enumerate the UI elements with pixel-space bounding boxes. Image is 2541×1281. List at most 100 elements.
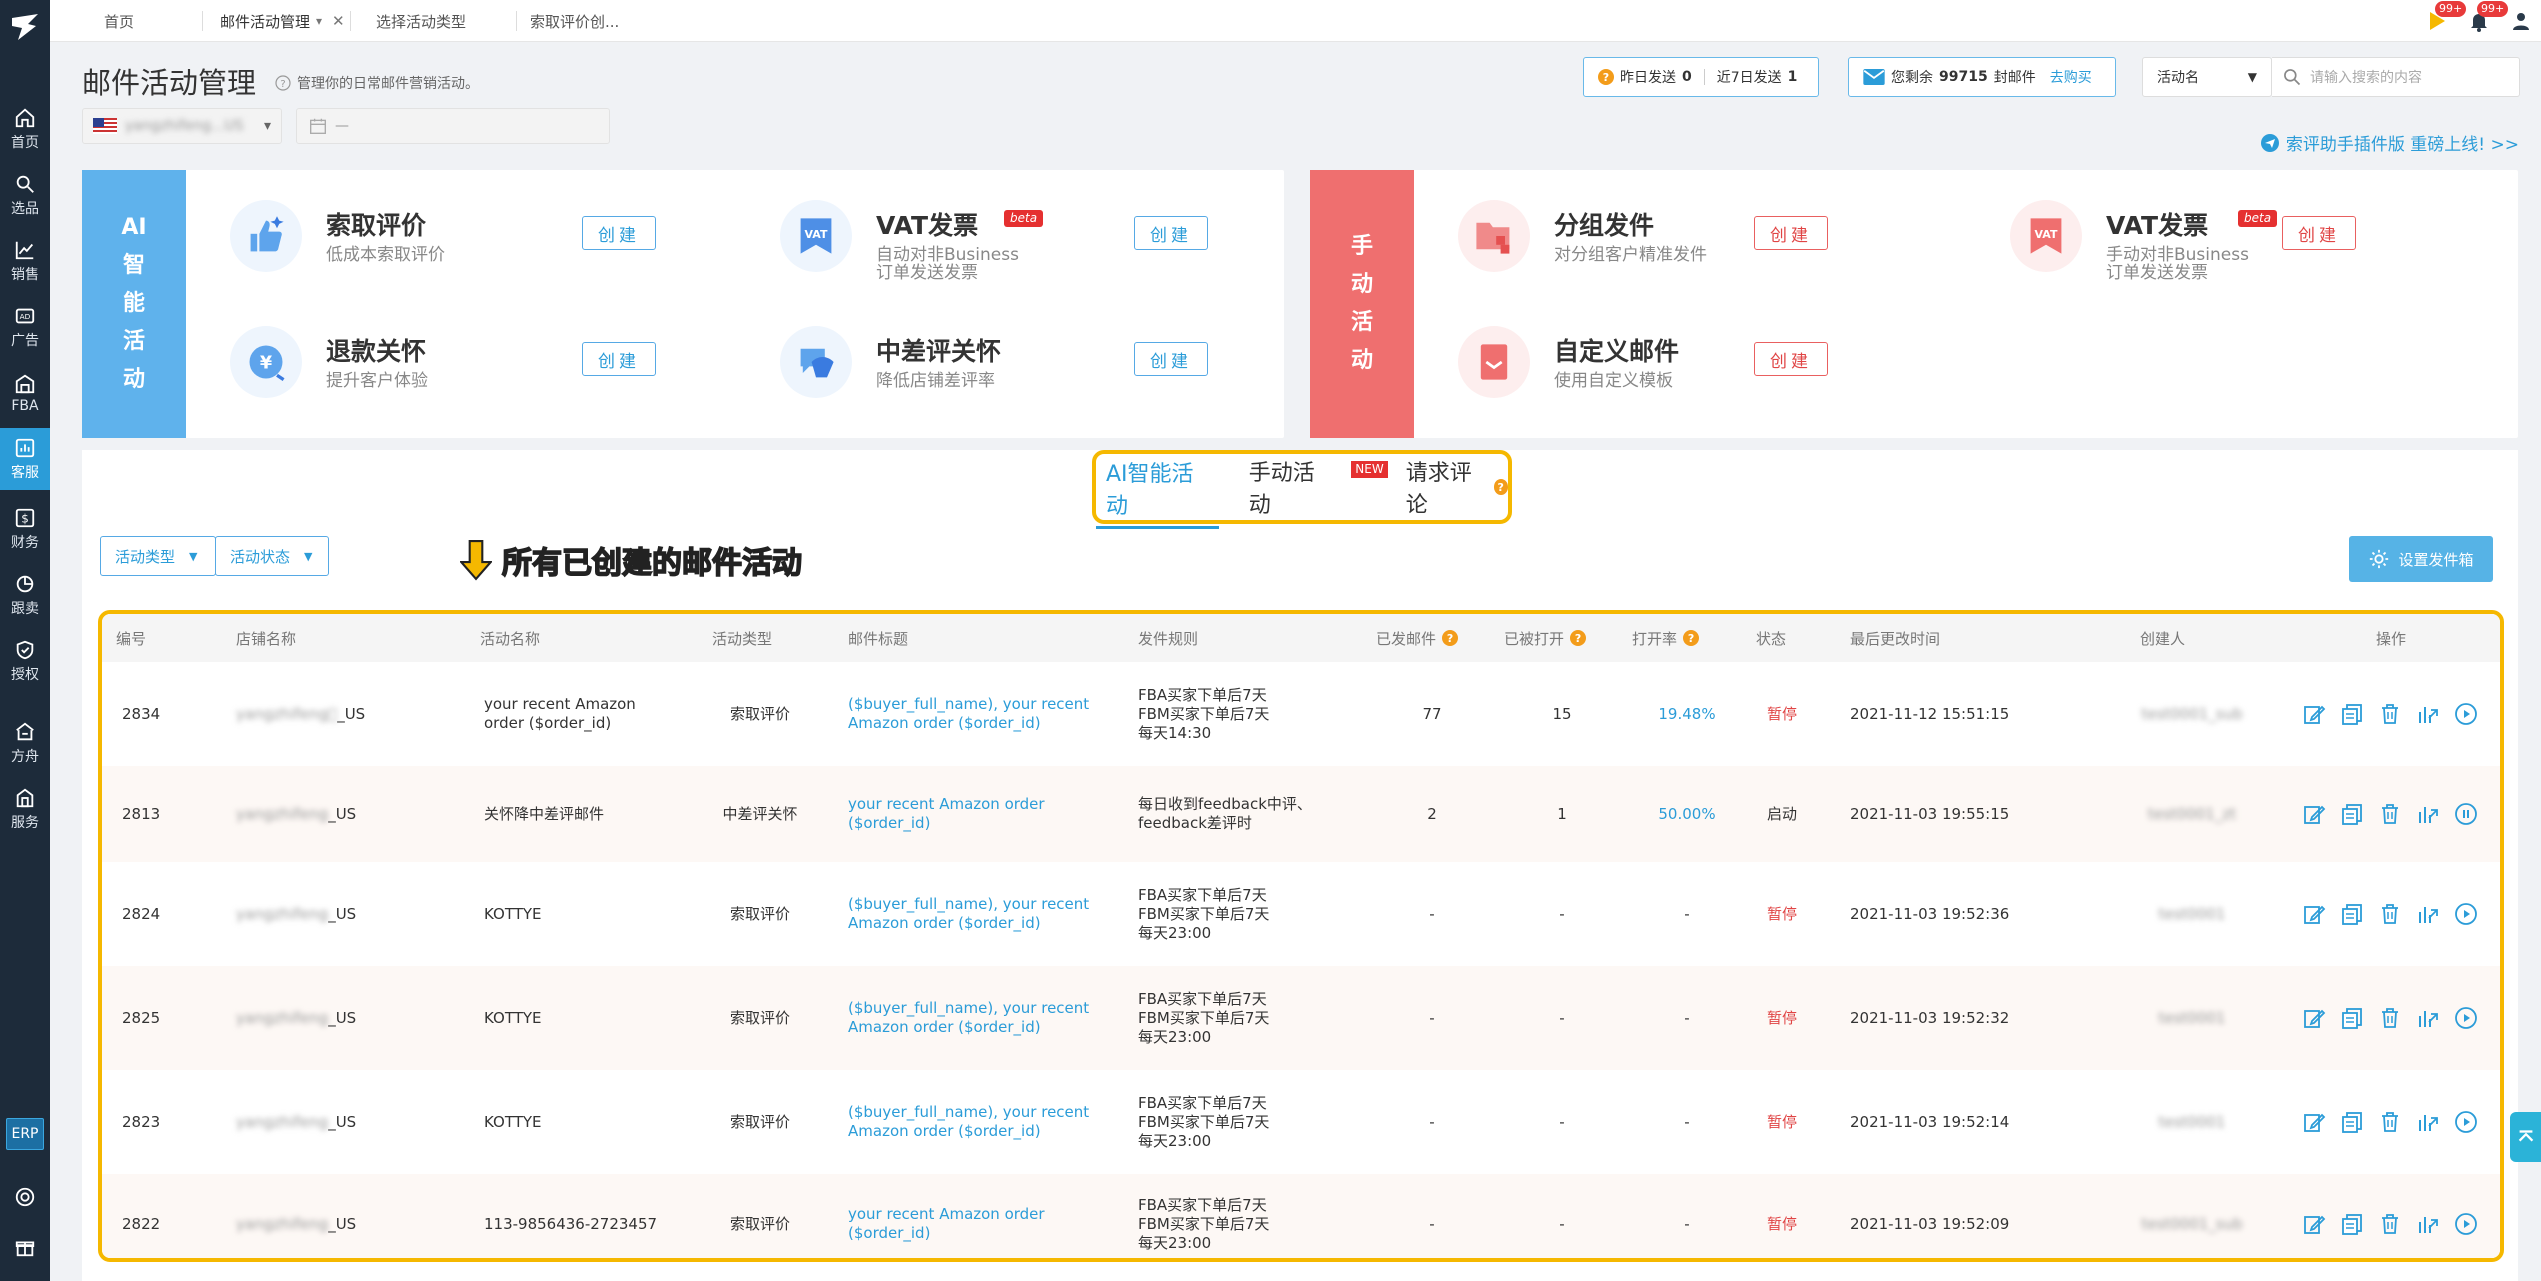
copy-icon[interactable] xyxy=(2340,1110,2364,1134)
nav-fba[interactable]: FBA xyxy=(0,362,50,424)
close-icon[interactable]: ✕ xyxy=(332,12,345,30)
tab-email-campaigns[interactable]: 邮件活动管理 ▾ ✕ xyxy=(220,0,345,42)
help-icon[interactable]: ? xyxy=(1442,630,1459,646)
filter-campaign-type[interactable]: 活动类型 ▼ xyxy=(100,536,216,576)
search-input[interactable]: 请输入搜索的内容 xyxy=(2272,57,2520,97)
edit-icon[interactable] xyxy=(2302,902,2326,926)
cell-open-rate[interactable]: 50.00% xyxy=(1642,766,1732,862)
nav-authorization[interactable]: 授权 xyxy=(0,630,50,692)
tab-request-review[interactable]: NEW 请求评论 ? xyxy=(1351,455,1508,519)
cell-subject[interactable]: ($buyer_full_name), your recent Amazon o… xyxy=(848,1070,1128,1174)
set-sender-mailbox-button[interactable]: 设置发件箱 xyxy=(2349,536,2493,582)
nav-home[interactable]: 首页 xyxy=(0,98,50,160)
copy-icon[interactable] xyxy=(2340,702,2364,726)
filter-campaign-status[interactable]: 活动状态 ▼ xyxy=(215,536,329,576)
nav-finance[interactable]: $ 财务 xyxy=(0,498,50,560)
tab-choose-type[interactable]: 选择活动类型 xyxy=(376,0,466,42)
support-icon[interactable] xyxy=(14,1186,36,1208)
nav-customer-service[interactable]: 客服 xyxy=(0,428,50,490)
trash-icon[interactable] xyxy=(2378,1212,2402,1236)
pause-icon[interactable] xyxy=(2454,802,2478,826)
chevron-down-icon[interactable]: ▾ xyxy=(316,14,322,28)
help-icon[interactable]: ? xyxy=(275,75,291,91)
search-type-select[interactable]: 活动名 ▼ xyxy=(2142,57,2272,97)
edit-icon[interactable] xyxy=(2302,1212,2326,1236)
tab-ai-campaigns[interactable]: AI智能活动 xyxy=(1096,456,1219,529)
tab-review-create[interactable]: 索取评价创... xyxy=(530,0,619,42)
trash-icon[interactable] xyxy=(2378,1110,2402,1134)
nav-ark[interactable]: 方舟 xyxy=(0,712,50,774)
cell-subject[interactable]: ($buyer_full_name), your recent Amazon o… xyxy=(848,862,1128,966)
edit-icon[interactable] xyxy=(2302,802,2326,826)
tab-home[interactable]: 首页 xyxy=(104,0,134,42)
cell-subject[interactable]: ($buyer_full_name), your recent Amazon o… xyxy=(848,662,1128,766)
cell-subject[interactable]: your recent Amazon order ($order_id) xyxy=(848,1174,1128,1258)
tab-manual-campaigns[interactable]: 手动活动 xyxy=(1249,455,1332,519)
help-icon[interactable]: ? xyxy=(1598,69,1614,85)
copy-icon[interactable] xyxy=(2340,902,2364,926)
flag-notice[interactable]: 99+ xyxy=(2425,1,2467,33)
card-request-review: 索取评价 低成本索取评价 创建 xyxy=(230,190,750,280)
trash-icon[interactable] xyxy=(2378,902,2402,926)
cell-subject[interactable]: your recent Amazon order ($order_id) xyxy=(848,766,1128,862)
nav-follow-sell[interactable]: 跟卖 xyxy=(0,564,50,626)
nav-label: 选品 xyxy=(11,200,39,217)
cell-name: KOTTYE xyxy=(484,1112,542,1131)
create-button[interactable]: 创建 xyxy=(582,342,656,376)
play-icon[interactable] xyxy=(2454,1006,2478,1030)
cell-open-rate[interactable]: 19.48% xyxy=(1642,662,1732,766)
th-label: 活动类型 xyxy=(712,629,773,648)
app-logo-icon[interactable] xyxy=(8,10,42,44)
buy-link[interactable]: 去购买 xyxy=(2050,67,2092,87)
create-button[interactable]: 创建 xyxy=(1134,342,1208,376)
cell-subject[interactable]: ($buyer_full_name), your recent Amazon o… xyxy=(848,966,1128,1070)
card-title: 退款关怀 xyxy=(326,337,427,366)
row-actions xyxy=(2302,802,2478,826)
nav-services[interactable]: 服务 xyxy=(0,778,50,840)
play-icon[interactable] xyxy=(2454,1110,2478,1134)
create-button[interactable]: 创建 xyxy=(2282,216,2356,250)
edit-icon[interactable] xyxy=(2302,1006,2326,1030)
stats-icon[interactable] xyxy=(2416,702,2440,726)
cell-name: KOTTYE xyxy=(484,1008,542,1027)
play-icon[interactable] xyxy=(2454,1212,2478,1236)
stats-icon[interactable] xyxy=(2416,1006,2440,1030)
create-button[interactable]: 创建 xyxy=(1754,216,1828,250)
erp-button[interactable]: ERP xyxy=(6,1118,44,1150)
date-range-input[interactable]: — xyxy=(296,108,610,144)
help-icon[interactable]: ? xyxy=(1493,479,1508,495)
yesterday-value: 0 xyxy=(1682,69,1692,85)
trash-icon[interactable] xyxy=(2378,802,2402,826)
create-button[interactable]: 创建 xyxy=(1754,342,1828,376)
caret-down-icon: ▼ xyxy=(189,549,198,563)
nav-ads[interactable]: AD 广告 xyxy=(0,296,50,358)
custom-mail-icon xyxy=(1480,344,1508,380)
plugin-promo-link[interactable]: 索评助手插件版 重磅上线! >> xyxy=(2260,130,2519,155)
table-row: 2823 yangzhifeng _US KOTTYE 索取评价 ($buyer_full… xyxy=(102,1070,2500,1174)
trash-icon[interactable] xyxy=(2378,702,2402,726)
notification-bell[interactable]: 99+ xyxy=(2467,1,2509,33)
th-type: 活动类型 xyxy=(712,614,772,662)
stats-icon[interactable] xyxy=(2416,802,2440,826)
help-icon[interactable]: ? xyxy=(1570,630,1587,646)
create-button[interactable]: 创建 xyxy=(1134,216,1208,250)
edit-icon[interactable] xyxy=(2302,702,2326,726)
trash-icon[interactable] xyxy=(2378,1006,2402,1030)
copy-icon[interactable] xyxy=(2340,1006,2364,1030)
stats-icon[interactable] xyxy=(2416,1212,2440,1236)
stats-icon[interactable] xyxy=(2416,902,2440,926)
create-button[interactable]: 创建 xyxy=(582,216,656,250)
stats-icon[interactable] xyxy=(2416,1110,2440,1134)
gift-icon[interactable] xyxy=(14,1236,36,1258)
nav-sales[interactable]: 销售 xyxy=(0,230,50,292)
play-icon[interactable] xyxy=(2454,902,2478,926)
user-avatar-icon[interactable] xyxy=(2509,9,2533,33)
edit-icon[interactable] xyxy=(2302,1110,2326,1134)
copy-icon[interactable] xyxy=(2340,802,2364,826)
store-select[interactable]: yangzhifeng...US ▾ xyxy=(82,108,282,144)
nav-product-selection[interactable]: 选品 xyxy=(0,164,50,226)
copy-icon[interactable] xyxy=(2340,1212,2364,1236)
play-icon[interactable] xyxy=(2454,702,2478,726)
scroll-to-top-button[interactable] xyxy=(2510,1112,2541,1162)
help-icon[interactable]: ? xyxy=(1683,630,1700,646)
